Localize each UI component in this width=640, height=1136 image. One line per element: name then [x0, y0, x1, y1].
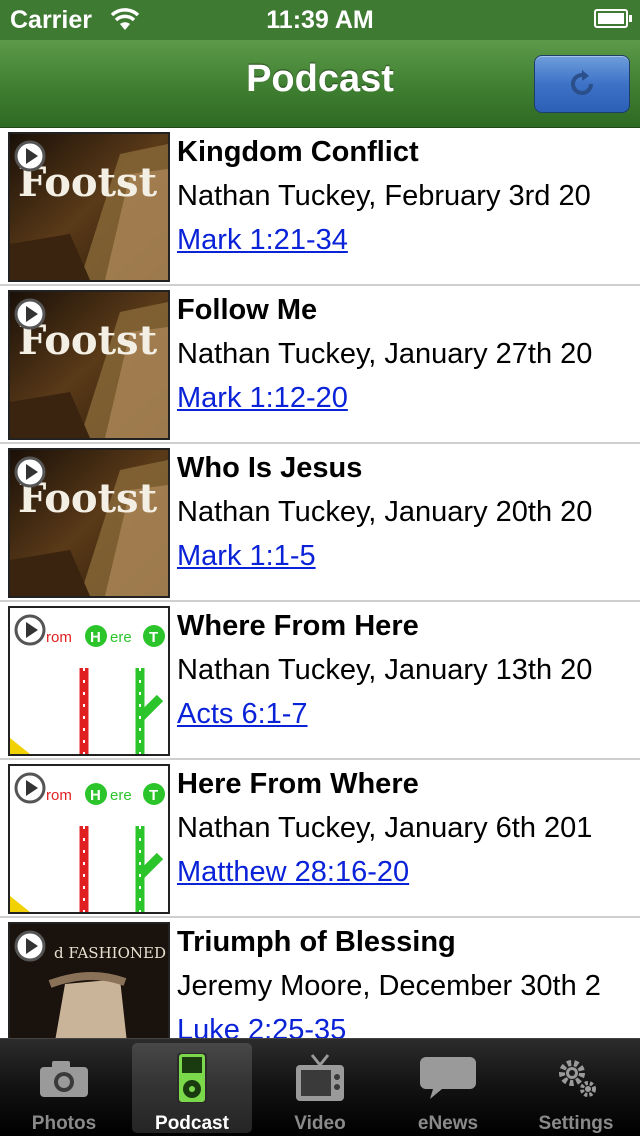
episode-artwork[interactable]: H Trom ere — [8, 606, 170, 756]
episode-artwork[interactable]: H Trom ere — [8, 764, 170, 914]
svg-text:ere: ere — [110, 787, 132, 804]
svg-text:T: T — [149, 629, 158, 646]
tab-label: Photos — [31, 1113, 97, 1134]
scripture-link[interactable]: Matthew 28:16-20 — [177, 856, 409, 889]
scripture-link[interactable]: Mark 1:1-5 — [177, 540, 316, 573]
episode-artwork[interactable]: Footst — [8, 448, 170, 598]
play-icon — [14, 456, 46, 488]
tab-label: Settings — [538, 1113, 614, 1134]
speech-bubble-icon — [420, 1057, 476, 1099]
episode-title: Where From Here — [177, 610, 419, 642]
list-item[interactable]: d FASHIONED Triumph of Blessing Jeremy Moo… — [0, 918, 640, 1038]
episode-artwork[interactable]: Footst — [8, 132, 170, 282]
play-icon — [14, 140, 46, 172]
footsteps-artwork: Footst — [10, 450, 168, 596]
list-item[interactable]: H Trom ere Where From Here Nathan Tuckey, Ja… — [0, 602, 640, 760]
tab-photos[interactable]: Photos — [4, 1043, 124, 1134]
list-item[interactable]: H Trom ere Here From Where Nathan Tuckey, Ja… — [0, 760, 640, 918]
play-icon — [14, 772, 46, 804]
play-icon — [14, 614, 46, 646]
svg-text:d FASHIONED: d FASHIONED — [54, 944, 166, 962]
episode-byline: Nathan Tuckey, January 6th 201 — [177, 812, 593, 844]
play-icon — [14, 298, 46, 330]
episode-title: Kingdom Conflict — [177, 136, 419, 168]
footsteps-artwork: Footst — [10, 134, 168, 280]
svg-text:rom: rom — [46, 787, 72, 804]
tab-label: eNews — [417, 1113, 479, 1134]
status-bar: Carrier 11:39 AM — [0, 0, 640, 40]
footsteps-artwork: Footst — [10, 292, 168, 438]
episode-title: Who Is Jesus — [177, 452, 363, 484]
scroll-artwork: d FASHIONED — [10, 924, 168, 1038]
tab-bar: Photos Podcast Video eNews Settings — [0, 1038, 640, 1136]
tab-enews[interactable]: eNews — [388, 1043, 508, 1134]
refresh-icon — [571, 70, 593, 95]
tab-label: Video — [294, 1113, 346, 1134]
scripture-link[interactable]: Luke 2:25-35 — [177, 1014, 346, 1038]
svg-text:H: H — [90, 787, 101, 804]
episode-title: Here From Where — [177, 768, 419, 800]
tab-label: Podcast — [155, 1113, 229, 1134]
camera-icon — [40, 1061, 88, 1097]
svg-text:H: H — [90, 629, 101, 646]
episode-byline: Jeremy Moore, December 30th 2 — [177, 970, 601, 1002]
gear-icon — [559, 1060, 596, 1097]
refresh-button[interactable] — [534, 55, 630, 113]
list-item[interactable]: Footst Kingdom Conflict Nathan Tuckey, Feb… — [0, 128, 640, 286]
ipod-icon — [177, 1053, 207, 1103]
svg-text:rom: rom — [46, 629, 72, 646]
transit-map-artwork: H Trom ere — [10, 608, 168, 754]
scripture-link[interactable]: Acts 6:1-7 — [177, 698, 308, 731]
episode-title: Triumph of Blessing — [177, 926, 456, 958]
podcast-list[interactable]: Footst Kingdom Conflict Nathan Tuckey, Feb… — [0, 128, 640, 1038]
episode-artwork[interactable]: Footst — [8, 290, 170, 440]
scripture-link[interactable]: Mark 1:12-20 — [177, 382, 348, 415]
play-icon — [14, 930, 46, 962]
episode-byline: Nathan Tuckey, January 20th 20 — [177, 496, 593, 528]
tab-settings[interactable]: Settings — [516, 1043, 636, 1134]
list-item[interactable]: Footst Who Is Jesus Nathan Tuckey, January… — [0, 444, 640, 602]
episode-byline: Nathan Tuckey, January 13th 20 — [177, 654, 593, 686]
navigation-bar: Podcast — [0, 40, 640, 128]
svg-text:ere: ere — [110, 629, 132, 646]
list-item[interactable]: Footst Follow Me Nathan Tuckey, January 27… — [0, 286, 640, 444]
transit-map-artwork: H Trom ere — [10, 766, 168, 912]
scripture-link[interactable]: Mark 1:21-34 — [177, 224, 348, 257]
episode-title: Follow Me — [177, 294, 318, 326]
status-time: 11:39 AM — [266, 6, 374, 34]
episode-artwork[interactable]: d FASHIONED — [8, 922, 170, 1038]
episode-byline: Nathan Tuckey, January 27th 20 — [177, 338, 593, 370]
tab-video[interactable]: Video — [260, 1043, 380, 1134]
battery-icon — [594, 9, 632, 28]
episode-byline: Nathan Tuckey, February 3rd 20 — [177, 180, 591, 212]
svg-text:T: T — [149, 787, 158, 804]
tv-icon — [296, 1054, 344, 1101]
tab-podcast[interactable]: Podcast — [132, 1043, 252, 1134]
